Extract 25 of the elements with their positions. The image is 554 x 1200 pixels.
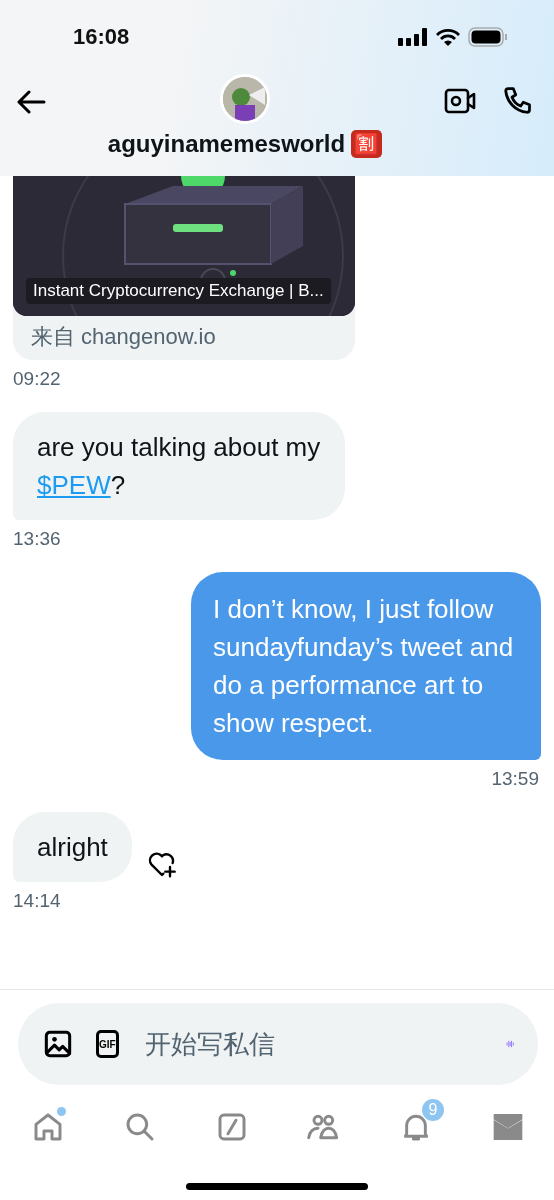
message-time: 13:59 — [491, 768, 539, 790]
image-icon[interactable] — [44, 1030, 72, 1058]
signal-icon — [398, 28, 428, 46]
avatar[interactable] — [220, 74, 270, 124]
sent-message: I don’t know, I just follow sundayfunday’s tweet and do a performance art to show respect. — [191, 572, 541, 760]
contact-name: aguyinamemesworld — [107, 130, 346, 158]
link-source: 来自 changenow.io — [30, 323, 217, 351]
message-field[interactable]: GIF 开始写私信 — [18, 1003, 538, 1085]
emoji: 🈹 — [351, 130, 383, 158]
back-button[interactable] — [16, 90, 46, 114]
status-time: 16:08 — [73, 24, 130, 50]
battery-icon — [468, 27, 508, 47]
phone-button[interactable] — [502, 86, 532, 116]
notification-count: 9 — [422, 1099, 444, 1121]
link-card[interactable]: Instant Cryptocurrency Exchange | B... 来自 changenow.io — [13, 176, 355, 360]
gif-button[interactable]: GIF — [96, 1030, 119, 1058]
message-time: 14:14 — [13, 890, 61, 912]
wifi-icon — [436, 28, 460, 46]
received-message: alright — [13, 812, 132, 882]
message-input[interactable]: 开始写私信 — [142, 1027, 482, 1061]
received-message: are you talking about my $PEW? — [13, 412, 345, 520]
link-title: Instant Cryptocurrency Exchange | B... — [26, 278, 331, 304]
video-call-button[interactable] — [444, 87, 476, 115]
message-time: 13:36 — [13, 528, 61, 550]
message-time: 09:22 — [13, 368, 61, 390]
